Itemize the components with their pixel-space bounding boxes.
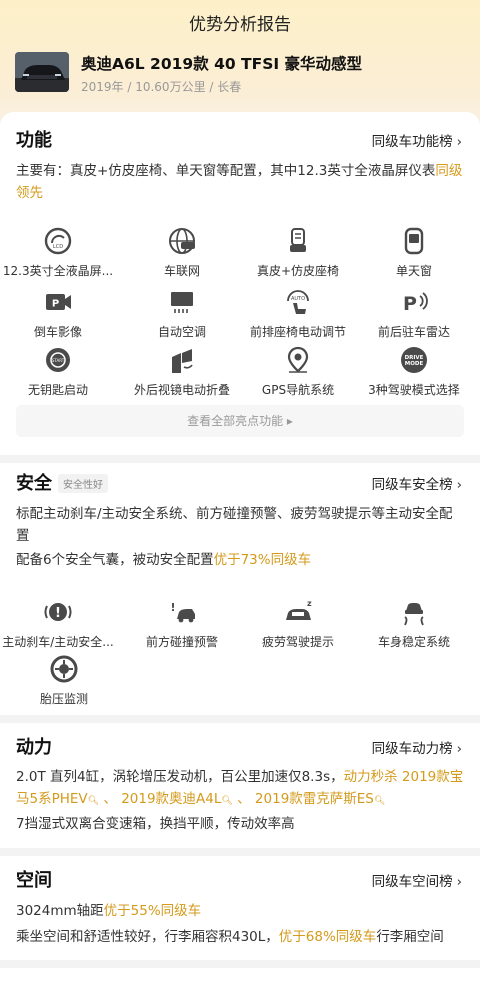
svg-text:!: !	[55, 606, 61, 621]
gps-icon	[287, 346, 309, 373]
function-card: 功能 同级车功能榜 › 主要有：真皮+仿皮座椅、单天窗等配置，其中12.3英寸全液…	[0, 112, 480, 455]
space-rank-label: 同级车空间榜	[371, 874, 453, 890]
svg-text:AUTO: AUTO	[291, 296, 305, 302]
chevron-right-icon: ›	[456, 741, 462, 757]
svg-text:P: P	[52, 299, 59, 310]
seat-icon	[290, 228, 306, 252]
drive-mode-icon: DRIVEMODE	[401, 347, 427, 373]
power-seat-icon: AUTO	[287, 290, 309, 314]
power-title: 动力	[16, 737, 52, 758]
feature-item[interactable]: START 无钥匙启动	[0, 345, 116, 398]
feature-item[interactable]: P 前后驻车雷达	[356, 287, 472, 340]
sunroof-icon	[404, 227, 424, 255]
feature-item[interactable]: LCD 12.3英寸全液晶屏...	[0, 226, 116, 279]
feature-item[interactable]: 车身稳定系统	[356, 597, 472, 650]
tire-pressure-icon	[50, 655, 78, 683]
safety-passive-text: 配备6个安全气囊，被动安全配置优于73%同级车	[16, 552, 312, 568]
feature-item[interactable]: z 疲劳驾驶提示	[240, 597, 356, 650]
keyless-start-icon: START	[46, 348, 70, 372]
feature-item[interactable]: P 倒车影像	[0, 287, 116, 340]
safety-rank-label: 同级车安全榜	[371, 477, 453, 493]
power-rank-label: 同级车动力榜	[371, 741, 453, 757]
car-name: 奥迪A6L 2019款 40 TFSI 豪华动感型	[81, 55, 363, 73]
search-icon: 🔍︎	[87, 796, 100, 806]
search-icon: 🔍︎	[221, 796, 233, 806]
mirror-fold-icon	[172, 349, 193, 373]
collision-warning-icon: !	[170, 601, 195, 623]
feature-item[interactable]: AUTO 前排座椅电动调节	[240, 287, 356, 340]
feature-item[interactable]: 单天窗	[356, 226, 472, 279]
page-title: 优势分析报告	[189, 15, 291, 35]
chevron-right-icon: ›	[456, 477, 462, 493]
space-trunk-text: 乘坐空间和舒适性较好，行李厢容积430L，优于68%同级车行李厢空间	[16, 929, 444, 945]
space-trunk-highlight: 优于68%同级车	[278, 929, 377, 945]
function-rank-link[interactable]: 同级车功能榜 ›	[372, 130, 462, 150]
feature-item[interactable]: DRIVE MODE 3种驾驶模式选择	[356, 345, 472, 398]
feature-item[interactable]: GPS导航系统	[240, 345, 356, 398]
feature-item[interactable]: 真皮+仿皮座椅	[240, 226, 356, 279]
space-title: 空间	[16, 870, 52, 891]
section-divider	[0, 848, 480, 856]
safety-active-text: 标配主动刹车/主动安全系统、前方碰撞预警、疲劳驾驶提示等主动安全配置	[16, 506, 453, 544]
feature-item[interactable]: 外后视镜电动折叠	[124, 345, 240, 398]
feature-item[interactable]: 胎压监测	[6, 654, 122, 707]
chevron-right-icon: ›	[456, 134, 462, 150]
car-summary[interactable]: 奥迪A6L 2019款 40 TFSI 豪华动感型 2019年 / 10.60万…	[15, 52, 465, 96]
search-icon: 🔍︎	[373, 796, 386, 806]
space-wheelbase-text: 3024mm轴距优于55%同级车	[16, 903, 202, 919]
svg-text:z: z	[307, 599, 312, 608]
power-rank-link[interactable]: 同级车动力榜 ›	[372, 737, 462, 757]
safety-rank-link[interactable]: 同级车安全榜 ›	[372, 473, 462, 493]
space-rank-link[interactable]: 同级车空间榜 ›	[372, 870, 462, 890]
auto-ac-icon	[171, 292, 193, 313]
car-network-icon	[169, 228, 195, 254]
fatigue-alert-icon: z	[286, 599, 312, 620]
function-title: 功能	[16, 130, 52, 151]
power-engine-text: 2.0T 直列4缸，涡轮增压发动机，百公里加速仅8.3s，动力秒杀 2019款宝…	[16, 769, 464, 807]
view-all-features-button[interactable]: 查看全部亮点功能 ▸	[16, 405, 464, 437]
car-meta: 2019年 / 10.60万公里 / 长春	[81, 80, 242, 94]
section-divider	[0, 455, 480, 463]
compare-car-link[interactable]: 2019款雷克萨斯ES🔍︎	[255, 791, 385, 807]
stability-control-icon	[404, 603, 424, 626]
svg-text:P: P	[403, 293, 417, 315]
feature-item[interactable]: 车联网	[124, 226, 240, 279]
compare-car-link[interactable]: 2019款奥迪A4L🔍︎	[121, 791, 233, 807]
chevron-right-icon: ›	[456, 874, 462, 890]
svg-text:LCD: LCD	[53, 244, 63, 250]
safety-title: 安全	[16, 473, 52, 494]
power-highlight: 动力秒杀	[343, 769, 398, 785]
feature-item[interactable]: 自动空调	[124, 287, 240, 340]
power-transmission-text: 7挡湿式双离合变速箱，换挡平顺，传动效率高	[16, 816, 295, 832]
active-brake-icon: !	[44, 603, 72, 621]
parking-radar-icon: P	[403, 292, 428, 315]
safety-badge: 安全性好	[58, 474, 108, 493]
lcd-gauge-icon: LCD	[44, 227, 72, 255]
svg-text:START: START	[52, 358, 65, 363]
reverse-camera-icon: P	[46, 294, 71, 310]
svg-text:!: !	[170, 601, 175, 614]
feature-item[interactable]: ! 前方碰撞预警	[124, 597, 240, 650]
car-thumbnail	[15, 52, 69, 92]
section-divider	[0, 715, 480, 723]
feature-item[interactable]: ! 主动刹车/主动安全...	[0, 597, 116, 650]
power-card: 动力 同级车动力榜 › 2.0T 直列4缸，涡轮增压发动机，百公里加速仅8.3s，…	[0, 723, 480, 848]
space-card: 空间 同级车空间榜 › 3024mm轴距优于55%同级车 乘坐空间和舒适性较好，行…	[0, 856, 480, 1006]
function-rank-label: 同级车功能榜	[371, 134, 453, 150]
space-wheelbase-highlight: 优于55%同级车	[103, 903, 202, 919]
svg-text:MODE: MODE	[405, 361, 424, 367]
section-divider	[0, 960, 480, 968]
function-summary: 主要有：真皮+仿皮座椅、单天窗等配置，其中12.3英寸全液晶屏仪表同级 领先	[16, 163, 463, 201]
safety-passive-highlight: 优于73%同级车	[213, 552, 312, 568]
